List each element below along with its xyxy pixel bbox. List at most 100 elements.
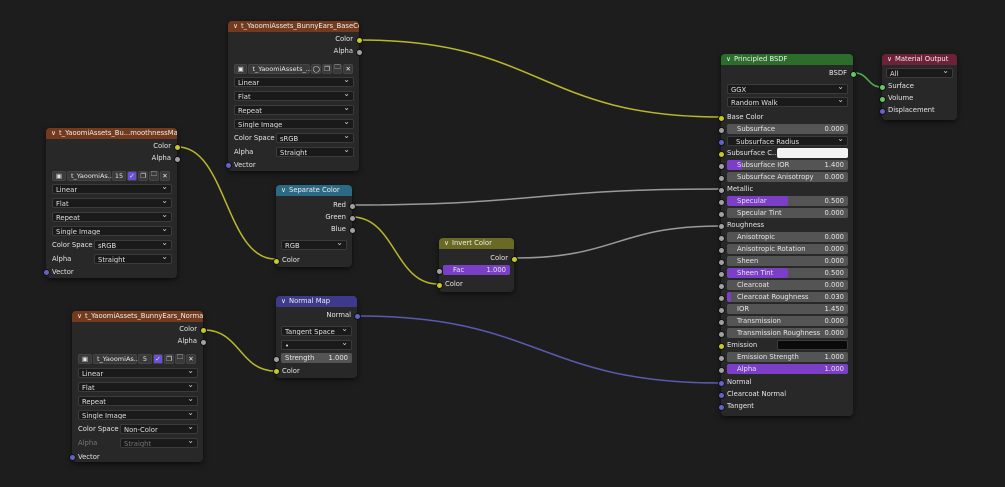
socket-input-color[interactable] <box>273 368 280 375</box>
socket-input-surface[interactable] <box>879 84 886 91</box>
interpolation-dropdown[interactable]: Linear <box>78 368 198 378</box>
socket-input-tangent[interactable] <box>718 404 725 411</box>
socket-output-normal[interactable] <box>354 313 361 320</box>
node-editor-canvas[interactable]: ∨t_YaoomiAssets_BunnyEars_BaseColor.p...… <box>0 0 1005 487</box>
color-space-dropdown[interactable]: sRGB <box>276 133 354 143</box>
image-name-field[interactable]: t_YaoomiAs... <box>93 353 140 364</box>
socket-output-color[interactable] <box>200 327 207 334</box>
clearcoat-roughness-field[interactable]: Clearcoat Roughness 0.030 <box>727 292 848 302</box>
socket-input-vector[interactable] <box>43 269 50 276</box>
normal-space-dropdown[interactable]: Tangent Space <box>281 326 352 336</box>
source-dropdown[interactable]: Single Image <box>78 410 198 420</box>
node-header[interactable]: ∨t_YaoomiAssets_BunnyEars_BaseColor.p... <box>228 21 359 32</box>
ior-field[interactable]: IOR 1.450 <box>727 304 848 314</box>
collapse-chevron-icon[interactable]: ∨ <box>77 311 85 322</box>
socket-input-displacement[interactable] <box>879 108 886 115</box>
anisotropic-field[interactable]: Anisotropic 0.000 <box>727 232 848 242</box>
socket-input-emission-strength[interactable] <box>718 355 725 362</box>
node-header[interactable]: ∨ Invert Color <box>439 238 514 249</box>
fake-user-shield-icon[interactable]: ✓ <box>127 170 137 181</box>
node-principled-bsdf[interactable]: ∨Principled BSDF BSDF GGX Random Walk Ba… <box>718 54 857 416</box>
socket-input-subsurface-ior[interactable] <box>718 163 725 170</box>
collapse-chevron-icon[interactable]: ∨ <box>726 54 734 65</box>
interpolation-dropdown[interactable]: Linear <box>52 184 172 194</box>
socket-output-alpha[interactable] <box>356 49 363 56</box>
source-dropdown[interactable]: Single Image <box>52 226 172 236</box>
socket-input-sheen[interactable] <box>718 259 725 266</box>
socket-input-anisotropic[interactable] <box>718 235 725 242</box>
node-separate-color[interactable]: ∨Separate Color Red Green Blue RGB Color <box>273 185 356 267</box>
socket-input-color[interactable] <box>273 258 280 265</box>
uv-map-field[interactable]: • <box>281 340 352 350</box>
socket-input-subsurface-anisotropy[interactable] <box>718 175 725 182</box>
socket-input-clearcoat[interactable] <box>718 283 725 290</box>
open-image-folder-icon[interactable]: 🗀 <box>149 170 159 181</box>
socket-output-color[interactable] <box>356 37 363 44</box>
extension-dropdown[interactable]: Repeat <box>52 212 172 222</box>
alpha-mode-dropdown[interactable]: Straight <box>276 147 354 157</box>
node-image-texture-smoothness[interactable]: ∨t_YaoomiAssets_Bu...moothnessMaps.png C… <box>43 128 181 278</box>
socket-input-subsurface[interactable] <box>718 127 725 134</box>
transmission-roughness-field[interactable]: Transmission Roughness 0.000 <box>727 328 848 338</box>
clearcoat-field[interactable]: Clearcoat 0.000 <box>727 280 848 290</box>
unlink-image-close-icon[interactable]: ✕ <box>160 170 170 181</box>
image-name-field[interactable]: t_YaoomiAs... <box>67 170 114 181</box>
socket-input-emission[interactable] <box>718 343 725 350</box>
sheen-field[interactable]: Sheen 0.000 <box>727 256 848 266</box>
specular-tint-field[interactable]: Specular Tint 0.000 <box>727 208 848 218</box>
socket-output-alpha[interactable] <box>200 339 207 346</box>
image-selector[interactable]: ▣ t_YaoomiAs... 5 ✓ ❐ 🗀 ✕ <box>78 353 198 364</box>
socket-input-base-color[interactable] <box>718 115 725 122</box>
node-header[interactable]: ∨ Material Output <box>882 54 957 65</box>
color-space-dropdown[interactable]: sRGB <box>94 240 172 250</box>
emission-strength-field[interactable]: Emission Strength 1.000 <box>727 352 848 362</box>
socket-input-color[interactable] <box>436 282 443 289</box>
node-image-texture-basecolor[interactable]: ∨t_YaoomiAssets_BunnyEars_BaseColor.p...… <box>225 21 363 171</box>
image-name-field[interactable]: t_YaoomiAssets_... <box>248 63 312 74</box>
source-dropdown[interactable]: Single Image <box>234 119 354 129</box>
socket-input-subsurface-color[interactable] <box>718 151 725 158</box>
subsurface-field[interactable]: Subsurface 0.000 <box>727 124 848 134</box>
socket-input-vector[interactable] <box>69 454 76 461</box>
interpolation-dropdown[interactable]: Linear <box>234 77 354 87</box>
socket-input-specular[interactable] <box>718 199 725 206</box>
socket-input-metallic[interactable] <box>718 187 725 194</box>
anisotropic-rotation-field[interactable]: Anisotropic Rotation 0.000 <box>727 244 848 254</box>
sheen-tint-field[interactable]: Sheen Tint 0.500 <box>727 268 848 278</box>
unlink-image-close-icon[interactable]: ✕ <box>186 353 196 364</box>
image-browse-icon[interactable]: ▣ <box>78 353 92 364</box>
open-image-folder-icon[interactable]: 🗀 <box>175 353 185 364</box>
node-header[interactable]: ∨ Normal Map <box>276 296 357 307</box>
emission-color-swatch[interactable] <box>777 340 848 350</box>
image-browse-icon[interactable]: ▣ <box>234 63 248 74</box>
socket-input-alpha[interactable] <box>718 367 725 374</box>
socket-input-clearcoat-normal[interactable] <box>718 392 725 399</box>
fake-user-shield-icon[interactable]: ◯ <box>311 63 322 74</box>
node-header[interactable]: ∨ Separate Color <box>276 185 352 196</box>
fake-user-shield-icon[interactable]: ✓ <box>153 353 163 364</box>
image-selector[interactable]: ▣ t_YaoomiAs... 15 ✓ ❐ 🗀 ✕ <box>52 170 172 181</box>
projection-dropdown[interactable]: Flat <box>234 91 354 101</box>
socket-input-roughness[interactable] <box>718 223 725 230</box>
socket-input-vector[interactable] <box>225 162 232 169</box>
projection-dropdown[interactable]: Flat <box>52 198 172 208</box>
subsurface-color-swatch[interactable] <box>777 148 848 158</box>
node-header[interactable]: ∨t_YaoomiAssets_BunnyEars_NormalMap.... <box>72 311 203 322</box>
socket-output-color[interactable] <box>174 144 181 151</box>
collapse-chevron-icon[interactable]: ∨ <box>281 296 289 307</box>
socket-input-volume[interactable] <box>879 96 886 103</box>
collapse-chevron-icon[interactable]: ∨ <box>887 54 895 65</box>
socket-input-specular-tint[interactable] <box>718 211 725 218</box>
socket-output-green[interactable] <box>349 215 356 222</box>
extension-dropdown[interactable]: Repeat <box>78 396 198 406</box>
socket-output-bsdf[interactable] <box>850 71 857 78</box>
strength-field[interactable]: Strength 1.000 <box>281 353 352 363</box>
socket-input-ior[interactable] <box>718 307 725 314</box>
projection-dropdown[interactable]: Flat <box>78 382 198 392</box>
color-space-dropdown[interactable]: Non-Color <box>120 424 198 434</box>
subsurface-radius-dropdown[interactable]: Subsurface Radius <box>727 136 848 146</box>
color-mode-dropdown[interactable]: RGB <box>281 240 347 250</box>
specular-field[interactable]: Specular 0.500 <box>727 196 848 206</box>
image-users-count[interactable]: 15 <box>112 170 126 181</box>
node-material-output[interactable]: ∨Material Output All Surface Volume Disp… <box>879 54 957 120</box>
